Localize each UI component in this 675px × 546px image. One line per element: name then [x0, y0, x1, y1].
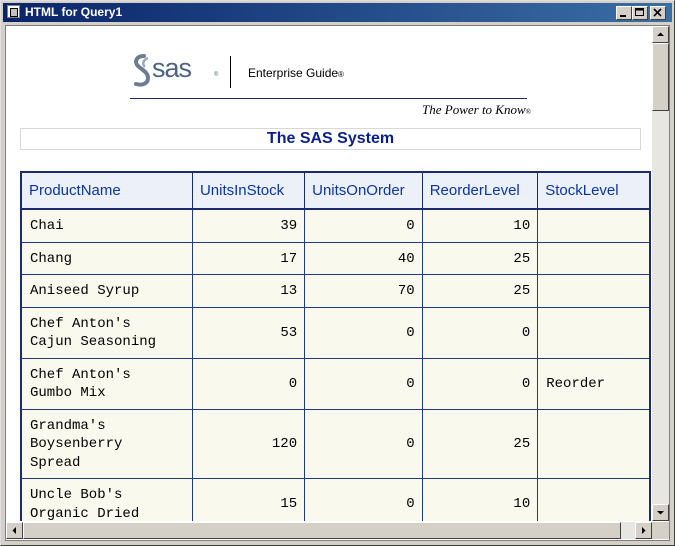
- scrollbar-corner: [652, 522, 669, 539]
- close-button[interactable]: [650, 6, 666, 20]
- cell-productname: Chai: [20, 208, 193, 243]
- product-registered-mark: ®: [338, 70, 344, 79]
- column-header-reorderlevel: ReorderLevel: [421, 171, 539, 210]
- cell-unitsinstock: 120: [191, 408, 306, 479]
- scroll-right-button[interactable]: [635, 522, 652, 539]
- cell-reorderlevel: 25: [421, 274, 539, 308]
- logo-divider: [230, 56, 231, 88]
- column-header-unitsinstock: UnitsInStock: [191, 171, 306, 210]
- table-row: Grandma's Boysenberry Spread 120 0 25: [20, 408, 651, 479]
- cell-productname: Aniseed Syrup: [20, 274, 193, 308]
- table-row: Chang 17 40 25: [20, 241, 651, 275]
- cell-unitsinstock: 17: [191, 241, 306, 275]
- cell-reorderlevel: 25: [421, 408, 539, 479]
- table-row: Chai 39 0 10: [20, 208, 651, 243]
- cell-unitsonorder: 0: [304, 408, 423, 479]
- table-row: Chef Anton's Cajun Seasoning 53 0 0: [20, 306, 651, 359]
- app-window: HTML for Query1 sas ® Enterprise Guide® …: [0, 0, 675, 546]
- cell-reorderlevel: 25: [421, 241, 539, 275]
- cell-productname: Chang: [20, 241, 193, 275]
- cell-stocklevel: [537, 241, 651, 275]
- minimize-button[interactable]: [616, 6, 632, 20]
- product-name-text: Enterprise Guide: [248, 66, 339, 80]
- horizontal-scrollbar[interactable]: [6, 522, 652, 539]
- cell-reorderlevel: 10: [421, 208, 539, 243]
- cell-unitsinstock: 53: [191, 306, 306, 359]
- cell-unitsinstock: 0: [191, 357, 306, 410]
- cell-stocklevel: [537, 408, 651, 479]
- cell-unitsonorder: 0: [304, 208, 423, 243]
- scroll-left-button[interactable]: [6, 522, 23, 539]
- vertical-scrollbar[interactable]: [652, 26, 669, 521]
- cell-reorderlevel: 0: [421, 306, 539, 359]
- document-icon[interactable]: [7, 5, 20, 18]
- table-row: Uncle Bob's Organic Dried 15 0 10: [20, 478, 651, 521]
- scroll-down-button[interactable]: [652, 504, 669, 521]
- html-viewer[interactable]: sas ® Enterprise Guide® The Power to Kno…: [5, 25, 670, 541]
- column-header-productname: ProductName: [20, 171, 193, 210]
- report-title: The SAS System: [20, 128, 641, 150]
- cell-unitsonorder: 0: [304, 478, 423, 521]
- column-header-stocklevel: StockLevel: [537, 171, 651, 210]
- cell-stocklevel: [537, 208, 651, 243]
- cell-stocklevel: [537, 478, 651, 521]
- down-arrow-icon: [657, 511, 664, 515]
- cell-productname: Uncle Bob's Organic Dried: [20, 478, 193, 521]
- maximize-icon: [635, 8, 644, 16]
- results-table: ProductName UnitsInStock UnitsOnOrder Re…: [20, 171, 651, 521]
- sas-logo-text: sas: [152, 53, 192, 83]
- tagline-text: The Power to Know: [422, 102, 526, 117]
- cell-productname: Chef Anton's Gumbo Mix: [20, 357, 193, 410]
- cell-stocklevel: [537, 274, 651, 308]
- cell-stocklevel: [537, 306, 651, 359]
- minimize-icon: [620, 15, 626, 17]
- table-row: Aniseed Syrup 13 70 25: [20, 274, 651, 308]
- window-title: HTML for Query1: [25, 5, 123, 19]
- cell-unitsonorder: 0: [304, 357, 423, 410]
- title-bar[interactable]: HTML for Query1: [3, 3, 672, 22]
- horizontal-scroll-thumb[interactable]: [23, 522, 621, 539]
- logo-tagline: The Power to Know®: [422, 102, 531, 118]
- cell-reorderlevel: 10: [421, 478, 539, 521]
- logo-product-name: Enterprise Guide®: [248, 66, 344, 80]
- maximize-button[interactable]: [632, 6, 648, 20]
- report-content: sas ® Enterprise Guide® The Power to Kno…: [6, 26, 651, 521]
- logo-underline: [130, 98, 527, 99]
- cell-unitsonorder: 70: [304, 274, 423, 308]
- tagline-mark: ®: [525, 108, 531, 116]
- vertical-scroll-thumb[interactable]: [652, 43, 669, 111]
- table-row: Chef Anton's Gumbo Mix 0 0 0 Reorder: [20, 357, 651, 410]
- cell-unitsinstock: 15: [191, 478, 306, 521]
- cell-stocklevel: Reorder: [537, 357, 651, 410]
- sas-logo: sas ®: [134, 53, 219, 87]
- cell-unitsonorder: 40: [304, 241, 423, 275]
- cell-unitsinstock: 39: [191, 208, 306, 243]
- table-header-row: ProductName UnitsInStock UnitsOnOrder Re…: [20, 171, 651, 210]
- cell-productname: Grandma's Boysenberry Spread: [20, 408, 193, 479]
- cell-unitsinstock: 13: [191, 274, 306, 308]
- right-arrow-icon: [642, 527, 646, 534]
- cell-unitsonorder: 0: [304, 306, 423, 359]
- left-arrow-icon: [12, 527, 16, 534]
- sas-registered-mark: ®: [214, 71, 219, 78]
- cell-productname: Chef Anton's Cajun Seasoning: [20, 306, 193, 359]
- scroll-up-button[interactable]: [652, 26, 669, 43]
- close-icon: [653, 8, 662, 17]
- cell-reorderlevel: 0: [421, 357, 539, 410]
- column-header-unitsonorder: UnitsOnOrder: [304, 171, 423, 210]
- up-arrow-icon: [657, 32, 664, 36]
